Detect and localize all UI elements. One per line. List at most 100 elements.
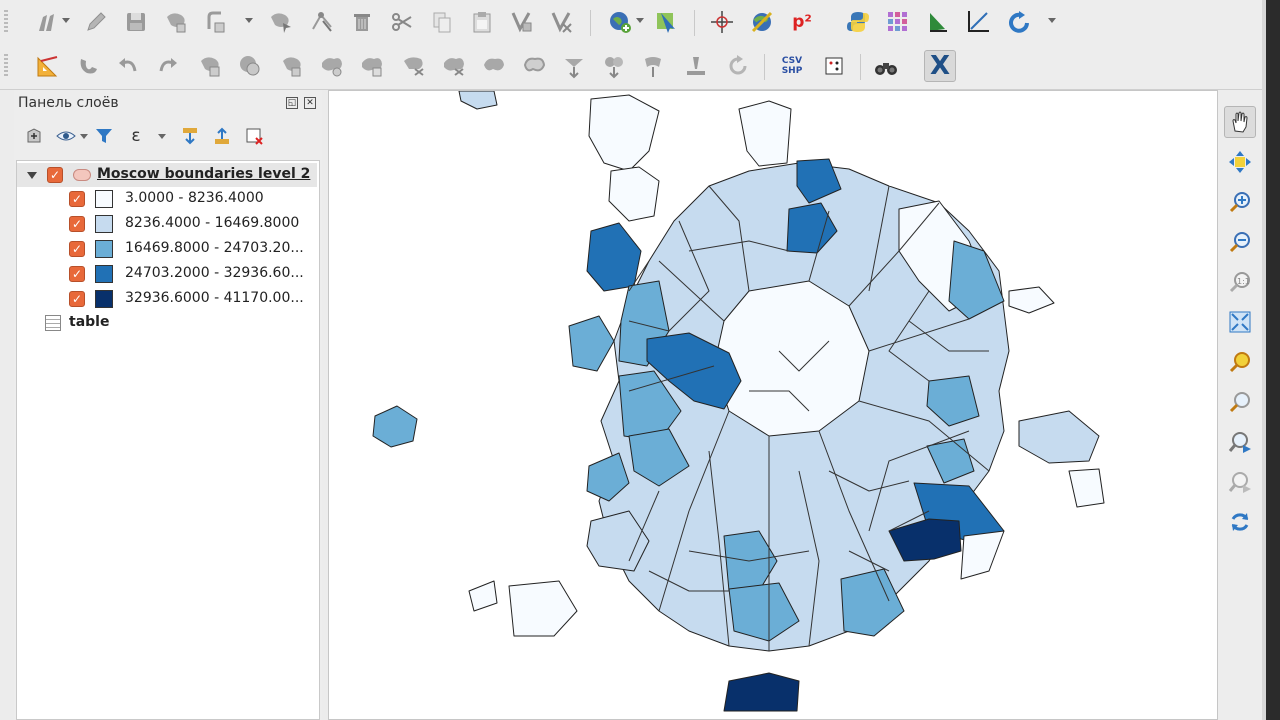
binoculars-icon[interactable] bbox=[870, 50, 902, 82]
grid-plugin-icon[interactable] bbox=[882, 6, 914, 38]
expression-glyph: ε bbox=[131, 126, 141, 146]
zoom-next-icon[interactable] bbox=[1224, 466, 1256, 498]
zoom-full-icon[interactable] bbox=[1224, 306, 1256, 338]
class-checkbox[interactable]: ✓ bbox=[69, 191, 85, 207]
python-icon[interactable] bbox=[842, 6, 874, 38]
district-polygon bbox=[508, 580, 578, 637]
district-polygon bbox=[468, 580, 498, 612]
district-polygon bbox=[568, 315, 615, 372]
map-canvas[interactable] bbox=[328, 90, 1218, 720]
remove-layer-icon[interactable] bbox=[242, 124, 266, 148]
zoom-out-icon[interactable] bbox=[1224, 226, 1256, 258]
expression-dropdown-arrow[interactable] bbox=[158, 134, 166, 139]
class-checkbox[interactable]: ✓ bbox=[69, 291, 85, 307]
district-polygon bbox=[586, 222, 642, 292]
deselect-icon[interactable] bbox=[546, 6, 578, 38]
legend-class-row[interactable]: ✓ 16469.8000 - 24703.20... bbox=[17, 237, 317, 261]
visibility-eye-icon[interactable] bbox=[54, 124, 78, 148]
zoom-last-icon[interactable] bbox=[1224, 426, 1256, 458]
class-checkbox[interactable]: ✓ bbox=[69, 241, 85, 257]
layer-visibility-checkbox[interactable]: ✓ bbox=[47, 167, 63, 183]
select-vertex-icon[interactable] bbox=[506, 6, 538, 38]
panel-float-button[interactable]: ◱ bbox=[286, 97, 298, 109]
legend-class-row[interactable]: ✓ 24703.2000 - 32936.60... bbox=[17, 262, 317, 286]
merge-icon[interactable] bbox=[558, 50, 590, 82]
p2-icon[interactable]: p² bbox=[786, 6, 818, 38]
fill-ring-icon[interactable] bbox=[276, 50, 308, 82]
add-ring-icon[interactable] bbox=[200, 6, 232, 38]
offset-curve-icon[interactable] bbox=[438, 50, 470, 82]
copy-icon[interactable] bbox=[426, 6, 458, 38]
paste-icon[interactable] bbox=[466, 6, 498, 38]
table-layer-name[interactable]: table bbox=[69, 314, 109, 330]
toolbar-grip[interactable] bbox=[4, 54, 8, 78]
magnet-icon[interactable] bbox=[72, 50, 104, 82]
legend-class-row[interactable]: ✓ 8236.4000 - 16469.8000 bbox=[17, 212, 317, 236]
pan-hand-icon[interactable] bbox=[1224, 106, 1256, 138]
legend-class-row[interactable]: ✓ 32936.6000 - 41170.00... bbox=[17, 287, 317, 311]
layer-group-row[interactable]: ✓ Moscow boundaries level 2 bbox=[17, 163, 317, 187]
dice-icon[interactable] bbox=[818, 50, 850, 82]
cut-icon[interactable] bbox=[386, 6, 418, 38]
class-checkbox[interactable]: ✓ bbox=[69, 216, 85, 232]
save-edits-icon[interactable] bbox=[120, 6, 152, 38]
undo-icon[interactable] bbox=[112, 50, 144, 82]
class-color-swatch bbox=[95, 190, 113, 208]
class-label: 3.0000 - 8236.4000 bbox=[125, 190, 264, 206]
node-tool-icon[interactable] bbox=[306, 6, 338, 38]
digitize-pencil-icon[interactable] bbox=[32, 6, 64, 38]
zoom-to-layer-icon[interactable] bbox=[1224, 386, 1256, 418]
csv-shp-icon[interactable]: CSV SHP bbox=[776, 50, 808, 82]
refresh-dropdown-arrow[interactable] bbox=[1048, 18, 1056, 23]
redo-icon[interactable] bbox=[152, 50, 184, 82]
merge-attributes-icon[interactable] bbox=[598, 50, 630, 82]
delete-ring-icon[interactable] bbox=[316, 50, 348, 82]
panel-close-button[interactable]: ✕ bbox=[304, 97, 316, 109]
split-parts-icon[interactable] bbox=[518, 50, 550, 82]
zoom-to-selection-icon[interactable] bbox=[1224, 346, 1256, 378]
collapse-arrow-icon[interactable] bbox=[27, 172, 37, 179]
rotate-icon[interactable] bbox=[680, 50, 712, 82]
legend-class-row[interactable]: ✓ 3.0000 - 8236.4000 bbox=[17, 187, 317, 211]
refresh-icon[interactable] bbox=[1224, 506, 1256, 538]
globe-dropdown-arrow[interactable] bbox=[636, 18, 644, 23]
table-layer-row[interactable]: table bbox=[17, 311, 317, 335]
measure-icon[interactable] bbox=[32, 50, 64, 82]
redo-rotate-icon[interactable] bbox=[722, 50, 754, 82]
ring-dropdown-arrow[interactable] bbox=[245, 18, 253, 23]
split-icon[interactable] bbox=[478, 50, 510, 82]
layer-panel: Панель слоёв ◱ ✕ ε ✓ Moscow boundaries l… bbox=[14, 90, 322, 720]
simplify-icon[interactable] bbox=[194, 50, 226, 82]
toolbar-grip[interactable] bbox=[4, 10, 8, 34]
x-plugin-button[interactable]: X bbox=[924, 50, 956, 82]
layer-panel-toolbar: ε bbox=[14, 122, 322, 154]
rotate-label-icon[interactable] bbox=[638, 50, 670, 82]
add-part-icon[interactable] bbox=[234, 50, 266, 82]
add-group-icon[interactable] bbox=[22, 124, 46, 148]
georeferencer-icon[interactable] bbox=[746, 6, 778, 38]
collapse-all-icon[interactable] bbox=[210, 124, 234, 148]
refresh-arrow-icon[interactable] bbox=[1004, 6, 1036, 38]
edit-pencil-icon[interactable] bbox=[80, 6, 112, 38]
move-feature-icon[interactable] bbox=[264, 6, 296, 38]
pan-to-selection-icon[interactable] bbox=[1224, 146, 1256, 178]
delete-part-icon[interactable] bbox=[356, 50, 388, 82]
digitize-dropdown-arrow[interactable] bbox=[62, 18, 70, 23]
add-feature-icon[interactable] bbox=[160, 6, 192, 38]
expand-all-icon[interactable] bbox=[178, 124, 202, 148]
axis-plot-icon[interactable] bbox=[962, 6, 994, 38]
delete-icon[interactable] bbox=[346, 6, 378, 38]
expression-icon[interactable]: ε bbox=[124, 124, 148, 148]
class-checkbox[interactable]: ✓ bbox=[69, 266, 85, 282]
layer-name[interactable]: Moscow boundaries level 2 bbox=[97, 166, 310, 182]
reshape-icon[interactable] bbox=[398, 50, 430, 82]
identify-icon[interactable] bbox=[650, 6, 682, 38]
crosshair-icon[interactable] bbox=[706, 6, 738, 38]
zoom-in-icon[interactable] bbox=[1224, 186, 1256, 218]
zoom-native-icon[interactable]: 1:1 bbox=[1224, 266, 1256, 298]
p2-label: p² bbox=[792, 12, 812, 32]
globe-add-icon[interactable] bbox=[604, 6, 636, 38]
filter-icon[interactable] bbox=[92, 124, 116, 148]
green-arrow-icon[interactable] bbox=[922, 6, 954, 38]
visibility-dropdown-arrow[interactable] bbox=[80, 134, 88, 139]
